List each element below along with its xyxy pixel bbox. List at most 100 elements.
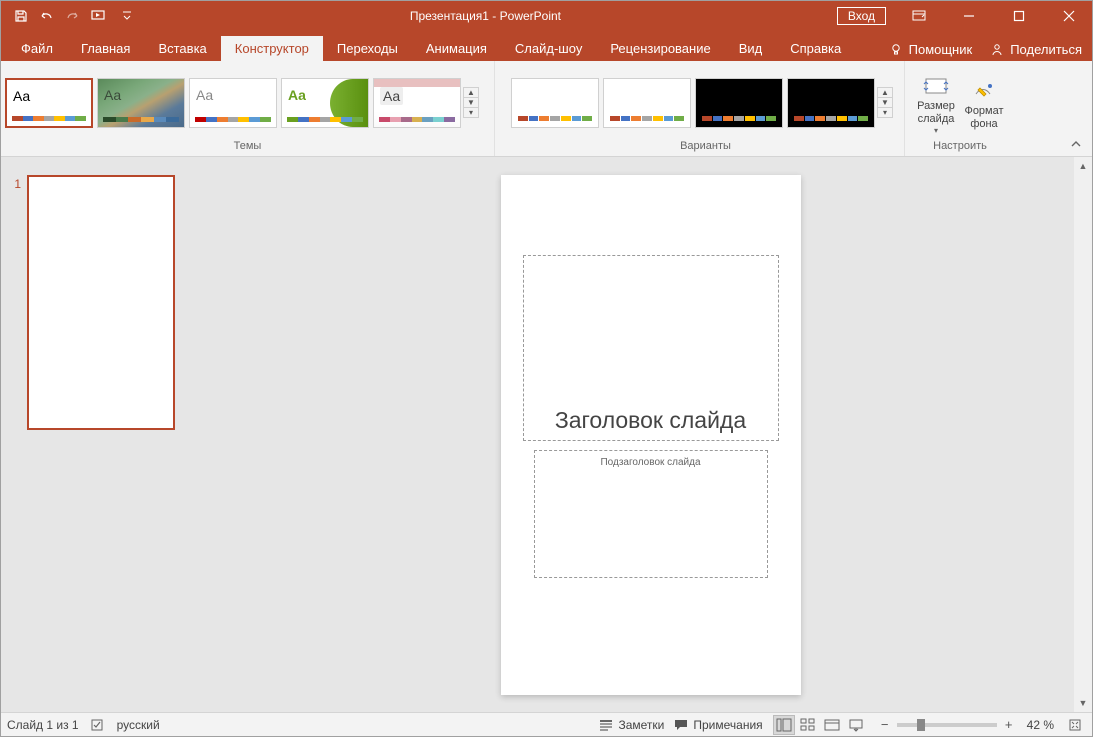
maximize-button[interactable] — [996, 1, 1042, 31]
theme-gallery-5[interactable]: Aa — [373, 78, 461, 128]
slideshow-view-button[interactable] — [845, 715, 867, 735]
comments-button[interactable]: Примечания — [674, 718, 762, 732]
spellcheck-icon — [91, 718, 105, 732]
main-area: 1 Заголовок слайда Подзаголовок слайда ▲… — [1, 157, 1092, 712]
thumbnail-row-1: 1 — [9, 175, 197, 430]
zoom-slider-thumb[interactable] — [917, 719, 925, 731]
share-button[interactable]: Поделиться — [990, 42, 1082, 57]
themes-gallery: Aa Aa Aa Aa — [5, 78, 461, 128]
variant-2[interactable] — [603, 78, 691, 128]
minimize-icon — [963, 10, 975, 22]
theme-gallery-4[interactable]: Aa — [281, 78, 369, 128]
close-button[interactable] — [1046, 1, 1092, 31]
slide-canvas[interactable]: Заголовок слайда Подзаголовок слайда — [501, 175, 801, 695]
save-button[interactable] — [9, 4, 33, 28]
theme-office[interactable]: Aa — [5, 78, 93, 128]
slide-count[interactable]: Слайд 1 из 1 — [7, 718, 79, 732]
zoom-level[interactable]: 42 % — [1027, 718, 1054, 732]
ribbon-tabs-right: Помощник Поделиться — [889, 42, 1082, 57]
statusbar-right: Заметки Примечания − + — [599, 715, 1086, 735]
title-placeholder-text: Заголовок слайда — [555, 407, 746, 434]
tab-help[interactable]: Справка — [776, 36, 855, 61]
slide-sorter-button[interactable] — [797, 715, 819, 735]
variant-4[interactable] — [787, 78, 875, 128]
comments-icon — [674, 719, 688, 731]
themes-gallery-spinner: ▲ ▼ ▾ — [463, 87, 479, 118]
variants-spinner-down[interactable]: ▼ — [878, 98, 892, 108]
group-variants: ▲ ▼ ▾ Варианты — [495, 61, 905, 156]
statusbar-left: Слайд 1 из 1 русский — [7, 718, 160, 732]
tab-insert[interactable]: Вставка — [144, 36, 220, 61]
notes-label: Заметки — [618, 718, 664, 732]
group-themes-label: Темы — [5, 140, 490, 154]
ribbon-display-options-button[interactable] — [896, 1, 942, 31]
variant-4-colors — [794, 116, 868, 121]
subtitle-placeholder[interactable]: Подзаголовок слайда — [534, 450, 768, 578]
undo-button[interactable] — [35, 4, 59, 28]
fit-to-window-button[interactable] — [1064, 715, 1086, 735]
theme-2-aa: Aa — [104, 87, 121, 103]
themes-spinner-up[interactable]: ▲ — [464, 88, 478, 98]
format-background-button[interactable]: Формат фона — [961, 75, 1007, 130]
zoom-in-button[interactable]: + — [1001, 717, 1017, 733]
thumbnail-slide-1[interactable] — [27, 175, 175, 430]
tab-file[interactable]: Файл — [7, 36, 67, 61]
variants-spinner-more[interactable]: ▾ — [878, 108, 892, 117]
tab-home[interactable]: Главная — [67, 36, 144, 61]
group-themes: Aa Aa Aa Aa — [1, 61, 495, 156]
tab-slideshow[interactable]: Слайд-шоу — [501, 36, 596, 61]
normal-view-button[interactable] — [773, 715, 795, 735]
collapse-ribbon-button[interactable] — [1066, 136, 1086, 152]
tab-transitions[interactable]: Переходы — [323, 36, 412, 61]
subtitle-placeholder-text: Подзаголовок слайда — [600, 457, 700, 468]
tab-view[interactable]: Вид — [725, 36, 777, 61]
qat-customize-button[interactable] — [120, 4, 134, 28]
tell-me-button[interactable]: Помощник — [889, 42, 973, 57]
theme-5-colors — [379, 117, 455, 122]
statusbar: Слайд 1 из 1 русский Заметки Примечания — [1, 712, 1092, 736]
close-icon — [1063, 10, 1075, 22]
zoom-slider[interactable] — [897, 723, 997, 727]
language-button[interactable]: русский — [117, 718, 160, 732]
ribbon-options-icon — [912, 10, 926, 22]
chevron-down-icon — [123, 10, 131, 22]
maximize-icon — [1013, 10, 1025, 22]
thumbnail-panel[interactable]: 1 — [1, 157, 209, 712]
tab-animations[interactable]: Анимация — [412, 36, 501, 61]
vertical-scrollbar[interactable]: ▲ ▼ — [1074, 157, 1092, 712]
slide-size-button[interactable]: Размер слайда ▾ — [913, 70, 959, 134]
theme-3-aa: Aa — [196, 87, 213, 103]
spellcheck-button[interactable] — [91, 718, 105, 732]
redo-button[interactable] — [61, 4, 85, 28]
themes-spinner-down[interactable]: ▼ — [464, 98, 478, 108]
variants-spinner-up[interactable]: ▲ — [878, 88, 892, 98]
group-customize-label: Настроить — [909, 140, 1011, 154]
ribbon-body: Aa Aa Aa Aa — [1, 61, 1092, 157]
group-variants-label: Варианты — [511, 140, 900, 154]
theme-gallery-2[interactable]: Aa — [97, 78, 185, 128]
title-placeholder[interactable]: Заголовок слайда — [523, 255, 779, 441]
slide-sorter-icon — [800, 718, 816, 732]
tab-design[interactable]: Конструктор — [221, 36, 323, 61]
format-background-icon — [972, 77, 996, 105]
notes-button[interactable]: Заметки — [599, 718, 664, 732]
themes-spinner-more[interactable]: ▾ — [464, 108, 478, 117]
variant-1[interactable] — [511, 78, 599, 128]
variants-gallery-spinner: ▲ ▼ ▾ — [877, 87, 893, 118]
scroll-down-button[interactable]: ▼ — [1074, 694, 1092, 712]
chevron-up-icon — [1070, 139, 1082, 149]
variants-gallery — [511, 78, 875, 128]
minimize-button[interactable] — [946, 1, 992, 31]
reading-view-button[interactable] — [821, 715, 843, 735]
slide-editor-area[interactable]: Заголовок слайда Подзаголовок слайда ▲ ▼ — [209, 157, 1092, 712]
tab-review[interactable]: Рецензирование — [596, 36, 724, 61]
start-from-beginning-button[interactable] — [87, 4, 111, 28]
theme-gallery-3[interactable]: Aa — [189, 78, 277, 128]
scroll-up-button[interactable]: ▲ — [1074, 157, 1092, 175]
variant-1-colors — [518, 116, 592, 121]
signin-button[interactable]: Вход — [837, 7, 886, 25]
format-background-label: Формат фона — [961, 105, 1007, 130]
zoom-out-button[interactable]: − — [877, 717, 893, 733]
variant-3[interactable] — [695, 78, 783, 128]
quick-access-toolbar — [1, 4, 134, 28]
